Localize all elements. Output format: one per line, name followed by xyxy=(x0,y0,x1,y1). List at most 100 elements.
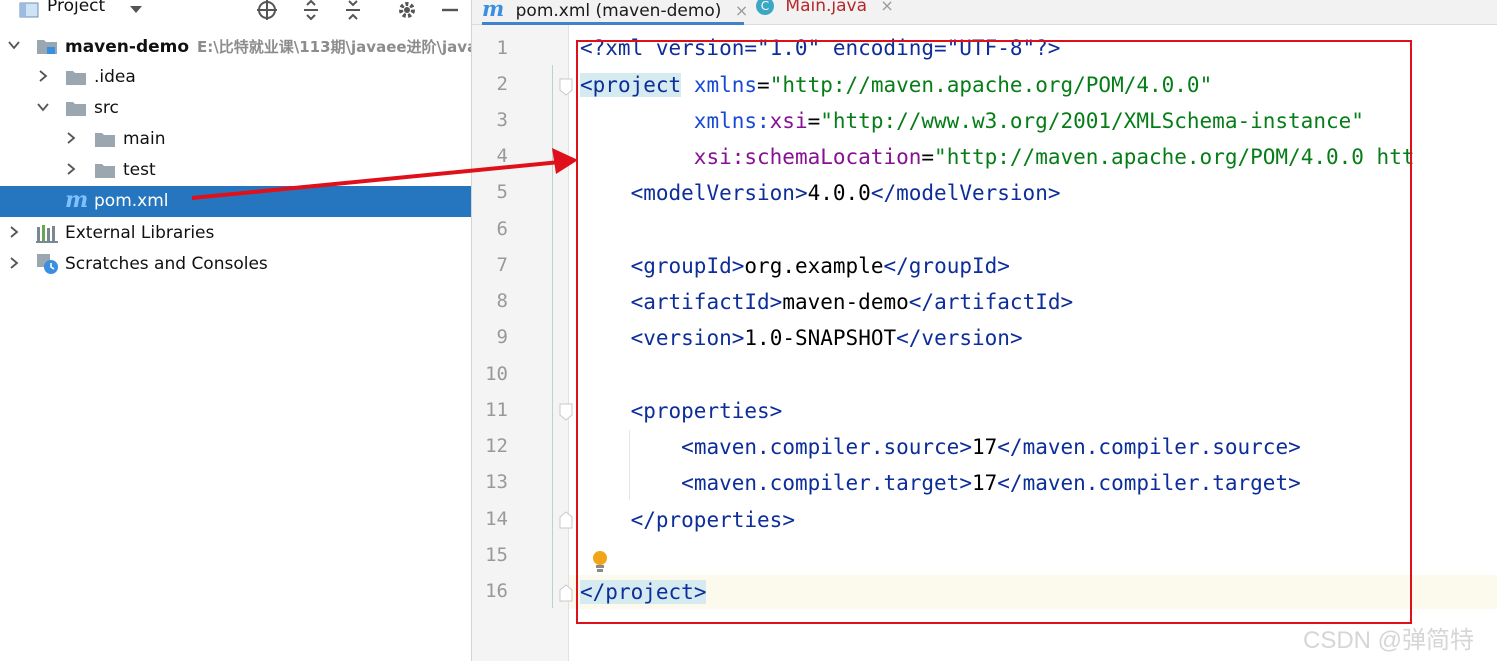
code-line-2: <project xmlns="http://maven.apache.org/… xyxy=(580,73,1213,97)
code-editor: m pom.xml (maven-demo) × C Main.java × 1… xyxy=(472,0,1497,661)
xml-attribute-value: "http://maven.apache.org/POM/4.0.0 htt xyxy=(934,145,1415,169)
code-line-5: <modelVersion>4.0.0</modelVersion> xyxy=(630,181,1061,205)
xml-tag: artifactId xyxy=(934,290,1061,314)
fold-marker-icon[interactable] xyxy=(559,78,573,96)
xml-text: maven-demo xyxy=(782,290,909,314)
xml-declaration: <?xml version="1.0" encoding="UTF-8"?> xyxy=(580,36,1061,60)
line-number: 14 xyxy=(485,508,508,530)
xml-tag: properties xyxy=(643,399,770,423)
maven-file-icon: m xyxy=(482,0,505,21)
chevron-right-icon[interactable] xyxy=(7,225,21,239)
fold-end-marker-icon[interactable] xyxy=(559,511,573,529)
tree-item-src[interactable]: src xyxy=(0,93,471,124)
line-number: 7 xyxy=(496,254,508,276)
xml-attribute: :schemaLocation xyxy=(731,145,922,169)
tab-label: Main.java xyxy=(785,0,868,16)
project-tool-window: Project maven-demo E:\比特就业课\113期\javaee进阶… xyxy=(0,0,472,661)
xml-text: 1.0-SNAPSHOT xyxy=(744,326,897,350)
line-number: 5 xyxy=(496,181,508,203)
tree-item-label: .idea xyxy=(94,67,136,87)
line-number: 3 xyxy=(496,109,508,131)
module-folder-icon xyxy=(37,40,57,54)
xml-tag: groupId xyxy=(908,254,998,278)
xml-namespace: xsi xyxy=(769,109,808,133)
xml-tag: modelVersion xyxy=(896,181,1048,205)
xml-tag: maven.compiler.target xyxy=(1022,471,1289,495)
gear-icon[interactable] xyxy=(394,0,420,20)
code-line-12: <maven.compiler.source>17</maven.compile… xyxy=(681,435,1301,459)
xml-text: 4.0.0 xyxy=(807,181,871,205)
maven-file-icon: m xyxy=(65,187,89,213)
code-line-14: </properties> xyxy=(630,508,795,532)
folder-icon xyxy=(66,102,86,116)
line-number: 12 xyxy=(485,435,508,457)
indent-guide xyxy=(552,65,553,608)
chevron-right-icon[interactable] xyxy=(64,162,78,176)
xml-attribute: xmlns: xyxy=(693,109,770,133)
java-class-icon: C xyxy=(756,0,774,15)
minimize-icon[interactable] xyxy=(438,0,462,20)
tree-item-test[interactable]: test xyxy=(0,155,471,186)
library-icon xyxy=(36,225,58,243)
xml-tag: maven.compiler.source xyxy=(1022,435,1289,459)
xml-text: 17 xyxy=(971,471,998,495)
tree-item-idea[interactable]: .idea xyxy=(0,62,471,93)
line-number: 2 xyxy=(496,73,508,95)
tree-item-label: Scratches and Consoles xyxy=(65,254,268,274)
xml-attribute-value: "http://maven.apache.org/POM/4.0.0" xyxy=(769,73,1213,97)
tree-item-main[interactable]: main xyxy=(0,124,471,155)
line-number: 8 xyxy=(496,290,508,312)
watermark: CSDN @弹简特 xyxy=(1303,627,1475,654)
xml-text: 17 xyxy=(971,435,998,459)
xml-tag: properties xyxy=(655,508,783,532)
module-path-hint: E:\比特就业课\113期\javaee进阶\java xyxy=(197,38,472,56)
close-icon[interactable]: × xyxy=(880,0,893,15)
chevron-down-icon[interactable] xyxy=(126,0,146,20)
tab-main-java[interactable]: C Main.java × xyxy=(756,0,894,24)
xml-tag: version xyxy=(921,326,1010,350)
tree-item-pom-xml[interactable]: m pom.xml xyxy=(0,186,471,217)
chevron-right-icon[interactable] xyxy=(7,256,21,270)
close-icon[interactable]: × xyxy=(735,1,748,20)
chevron-right-icon[interactable] xyxy=(64,131,78,145)
line-number: 6 xyxy=(496,218,508,240)
scratches-icon xyxy=(37,254,58,274)
collapse-all-icon[interactable] xyxy=(340,0,366,20)
fold-end-marker-icon[interactable] xyxy=(559,584,573,602)
project-view-icon[interactable] xyxy=(17,0,41,20)
code-line-9: <version>1.0-SNAPSHOT</version> xyxy=(630,326,1023,350)
chevron-down-icon[interactable] xyxy=(36,100,50,114)
line-number: 9 xyxy=(496,326,508,348)
tree-item-scratches[interactable]: Scratches and Consoles xyxy=(0,249,471,280)
xml-tag: maven.compiler.target xyxy=(693,471,960,495)
folder-icon xyxy=(66,71,86,85)
code-line-13: <maven.compiler.target>17</maven.compile… xyxy=(681,471,1301,495)
line-number: 10 xyxy=(485,363,508,385)
indent-guide xyxy=(629,430,630,500)
locate-file-icon[interactable] xyxy=(254,0,280,20)
xml-attribute-value: "http://www.w3.org/2001/XMLSchema-instan… xyxy=(820,109,1364,133)
tab-pom-xml[interactable]: m pom.xml (maven-demo) × xyxy=(482,0,748,24)
lightbulb-icon[interactable] xyxy=(590,549,610,575)
code-line-8: <artifactId>maven-demo</artifactId> xyxy=(630,290,1074,314)
xml-tag: version xyxy=(643,326,732,350)
project-panel-title[interactable]: Project xyxy=(47,0,105,16)
expand-all-icon[interactable] xyxy=(298,0,324,21)
line-number-gutter: 1 2 3 4 5 6 7 8 9 10 11 12 13 14 15 16 xyxy=(472,25,573,661)
xml-tag: project xyxy=(605,580,694,604)
folder-icon xyxy=(95,164,115,178)
folder-icon xyxy=(95,133,115,147)
code-area[interactable]: <?xml version="1.0" encoding="UTF-8"?> <… xyxy=(580,25,1497,661)
project-panel-header: Project xyxy=(0,0,471,22)
tree-item-external-libraries[interactable]: External Libraries xyxy=(0,218,471,249)
code-line-11: <properties> xyxy=(630,399,783,423)
tree-item-label: main xyxy=(123,129,166,149)
chevron-right-icon[interactable] xyxy=(36,69,50,83)
tree-item-maven-demo[interactable]: maven-demo E:\比特就业课\113期\javaee进阶\java xyxy=(0,31,471,62)
chevron-down-icon[interactable] xyxy=(7,38,21,52)
line-number: 13 xyxy=(485,471,508,493)
xml-tag: groupId xyxy=(643,254,732,278)
code-line-7: <groupId>org.example</groupId> xyxy=(630,254,1010,278)
fold-marker-icon[interactable] xyxy=(559,403,573,421)
xml-tag: artifactId xyxy=(643,290,770,314)
